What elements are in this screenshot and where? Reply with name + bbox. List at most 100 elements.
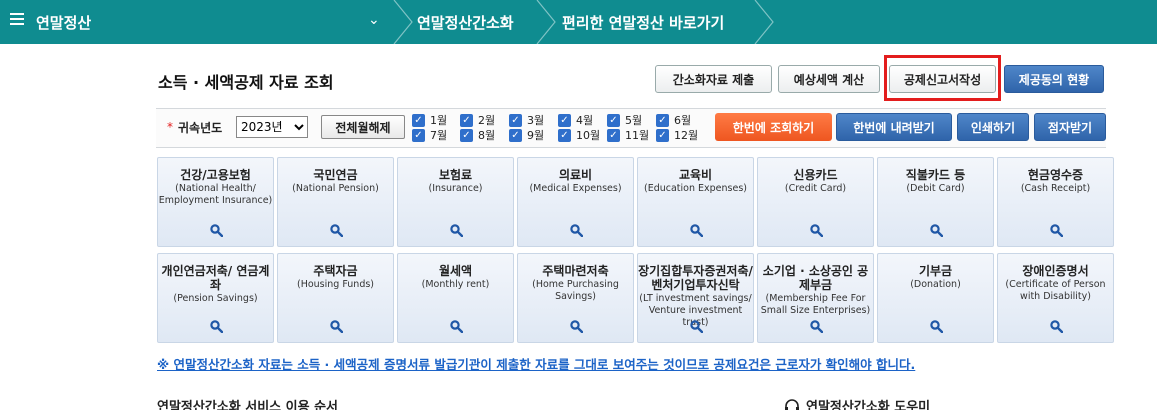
check-icon: ✓ — [460, 113, 473, 127]
category-title: 기부금 — [918, 264, 953, 278]
notice-text[interactable]: ※ 연말정산간소화 자료는 소득 · 세액공제 증명서류 발급기관이 제출한 자… — [157, 354, 915, 373]
month-checkbox-9[interactable]: ✓ 9월 — [509, 127, 544, 143]
category-title: 의료비 — [558, 168, 593, 182]
check-icon: ✓ — [509, 113, 522, 127]
category-subtitle: (Insurance) — [428, 183, 483, 194]
search-icon[interactable] — [330, 224, 343, 237]
submit-data-button[interactable]: 간소화자료 제출 — [655, 65, 772, 93]
category-title: 현금영수증 — [1027, 168, 1084, 182]
search-icon[interactable] — [210, 224, 223, 237]
month-checkbox-1[interactable]: ✓ 1월 — [412, 112, 447, 128]
category-card[interactable]: 건강/고용보험 (National Health/ Employment Insu… — [157, 157, 274, 247]
helper-heading-label: 연말정산간소화 도우미 — [806, 400, 931, 410]
category-subtitle: (Membership Fee For Small Size Enterpris… — [760, 293, 871, 316]
month-checkbox-7[interactable]: ✓ 7월 — [412, 127, 447, 143]
search-icon[interactable] — [690, 224, 703, 237]
category-title: 주택자금 — [313, 264, 358, 278]
category-subtitle: (Medical Expenses) — [529, 183, 622, 194]
braille-button[interactable]: 점자받기 — [1034, 113, 1106, 141]
breadcrumb-separator — [754, 0, 774, 44]
category-card[interactable]: 현금영수증 (Cash Receipt) — [997, 157, 1114, 247]
category-title: 장애인증명서 — [1022, 264, 1089, 278]
month-checkbox-12[interactable]: ✓ 12월 — [656, 127, 698, 143]
category-card[interactable]: 보험료 (Insurance) — [397, 157, 514, 247]
breadcrumb-item-simplified[interactable]: 연말정산간소화 — [417, 12, 514, 33]
estimate-tax-button[interactable]: 예상세액 계산 — [778, 65, 880, 93]
category-card[interactable]: 개인연금저축/ 연금계좌 (Pension Savings) — [157, 253, 274, 343]
helper-heading[interactable]: 연말정산간소화 도우미 — [784, 396, 930, 410]
chevron-down-icon[interactable]: ⌄ — [368, 12, 380, 28]
check-icon: ✓ — [412, 128, 425, 142]
category-card[interactable]: 주택자금 (Housing Funds) — [277, 253, 394, 343]
search-icon[interactable] — [810, 320, 823, 333]
year-select[interactable]: 2023년 — [236, 116, 308, 138]
breadcrumb-separator — [536, 0, 556, 44]
month-checkbox-2[interactable]: ✓ 2월 — [460, 112, 495, 128]
search-icon[interactable] — [450, 224, 463, 237]
search-icon[interactable] — [450, 320, 463, 333]
category-subtitle: (Credit Card) — [784, 183, 847, 194]
download-all-button[interactable]: 한번에 내려받기 — [836, 113, 952, 141]
month-checkbox-4[interactable]: ✓ 4월 — [558, 112, 593, 128]
month-checkbox-6[interactable]: ✓ 6월 — [656, 112, 691, 128]
search-icon[interactable] — [210, 320, 223, 333]
search-icon[interactable] — [330, 320, 343, 333]
provider-status-button[interactable]: 제공동의 현황 — [1004, 65, 1104, 93]
category-card[interactable]: 의료비 (Medical Expenses) — [517, 157, 634, 247]
category-subtitle: (National Pension) — [292, 183, 379, 194]
breadcrumb-separator — [393, 0, 413, 44]
search-icon[interactable] — [1050, 224, 1063, 237]
menu-icon[interactable] — [10, 13, 24, 27]
search-icon[interactable] — [690, 320, 703, 333]
category-card[interactable]: 국민연금 (National Pension) — [277, 157, 394, 247]
year-label: 귀속년도 — [178, 121, 223, 135]
highlight-box — [884, 55, 1001, 101]
search-icon[interactable] — [930, 224, 943, 237]
category-title: 주택마련저축 — [542, 264, 609, 278]
search-icon[interactable] — [570, 224, 583, 237]
usage-order-heading: 연말정산간소화 서비스 이용 순서 — [157, 400, 339, 410]
category-subtitle: (Donation) — [910, 279, 961, 290]
category-subtitle: (National Health/ Employment Insurance) — [158, 183, 273, 206]
check-icon: ✓ — [656, 128, 669, 142]
check-icon: ✓ — [656, 113, 669, 127]
category-card[interactable]: 장기집합투자증권저축/ 벤처기업투자신탁 (LT investment savin… — [637, 253, 754, 343]
category-title: 국민연금 — [313, 168, 358, 182]
category-subtitle: (Home Purchasing Savings) — [532, 279, 619, 302]
category-card[interactable]: 월세액 (Monthly rent) — [397, 253, 514, 343]
category-subtitle: (Cash Receipt) — [1020, 183, 1091, 194]
category-title: 장기집합투자증권저축/ 벤처기업투자신탁 — [638, 264, 753, 292]
category-subtitle: (Education Expenses) — [644, 183, 747, 194]
month-checkbox-10[interactable]: ✓ 10월 — [558, 127, 600, 143]
uncheck-all-months-button[interactable]: 전체월해제 — [321, 115, 405, 139]
search-icon[interactable] — [810, 224, 823, 237]
category-card[interactable]: 교육비 (Education Expenses) — [637, 157, 754, 247]
query-all-button[interactable]: 한번에 조회하기 — [715, 113, 832, 141]
category-subtitle: (Debit Card) — [906, 183, 965, 194]
nav-home-title[interactable]: 연말정산 — [36, 12, 91, 33]
search-icon[interactable] — [570, 320, 583, 333]
category-card[interactable]: 장애인증명서 (Certificate of Person with Disabi… — [997, 253, 1114, 343]
check-icon: ✓ — [558, 128, 571, 142]
page-title: 소득 · 세액공제 자료 조회 — [158, 73, 334, 92]
breadcrumb-item-shortcut[interactable]: 편리한 연말정산 바로가기 — [562, 12, 724, 33]
check-icon: ✓ — [607, 128, 620, 142]
category-card[interactable]: 신용카드 (Credit Card) — [757, 157, 874, 247]
category-card[interactable]: 소기업 · 소상공인 공제부금 (Membership Fee For Small… — [757, 253, 874, 343]
month-checkbox-5[interactable]: ✓ 5월 — [607, 112, 642, 128]
print-button[interactable]: 인쇄하기 — [957, 113, 1029, 141]
search-icon[interactable] — [930, 320, 943, 333]
category-subtitle: (Certificate of Person with Disability) — [1005, 279, 1106, 302]
month-checkbox-11[interactable]: ✓ 11월 — [607, 127, 649, 143]
category-title: 건강/고용보험 — [180, 168, 251, 182]
category-card[interactable]: 주택마련저축 (Home Purchasing Savings) — [517, 253, 634, 343]
category-card[interactable]: 직불카드 등 (Debit Card) — [877, 157, 994, 247]
month-checkbox-8[interactable]: ✓ 8월 — [460, 127, 495, 143]
category-title: 개인연금저축/ 연금계좌 — [161, 264, 270, 292]
month-checkbox-3[interactable]: ✓ 3월 — [509, 112, 544, 128]
check-icon: ✓ — [460, 128, 473, 142]
check-icon: ✓ — [509, 128, 522, 142]
required-marker: * — [167, 120, 173, 134]
category-card[interactable]: 기부금 (Donation) — [877, 253, 994, 343]
search-icon[interactable] — [1050, 320, 1063, 333]
